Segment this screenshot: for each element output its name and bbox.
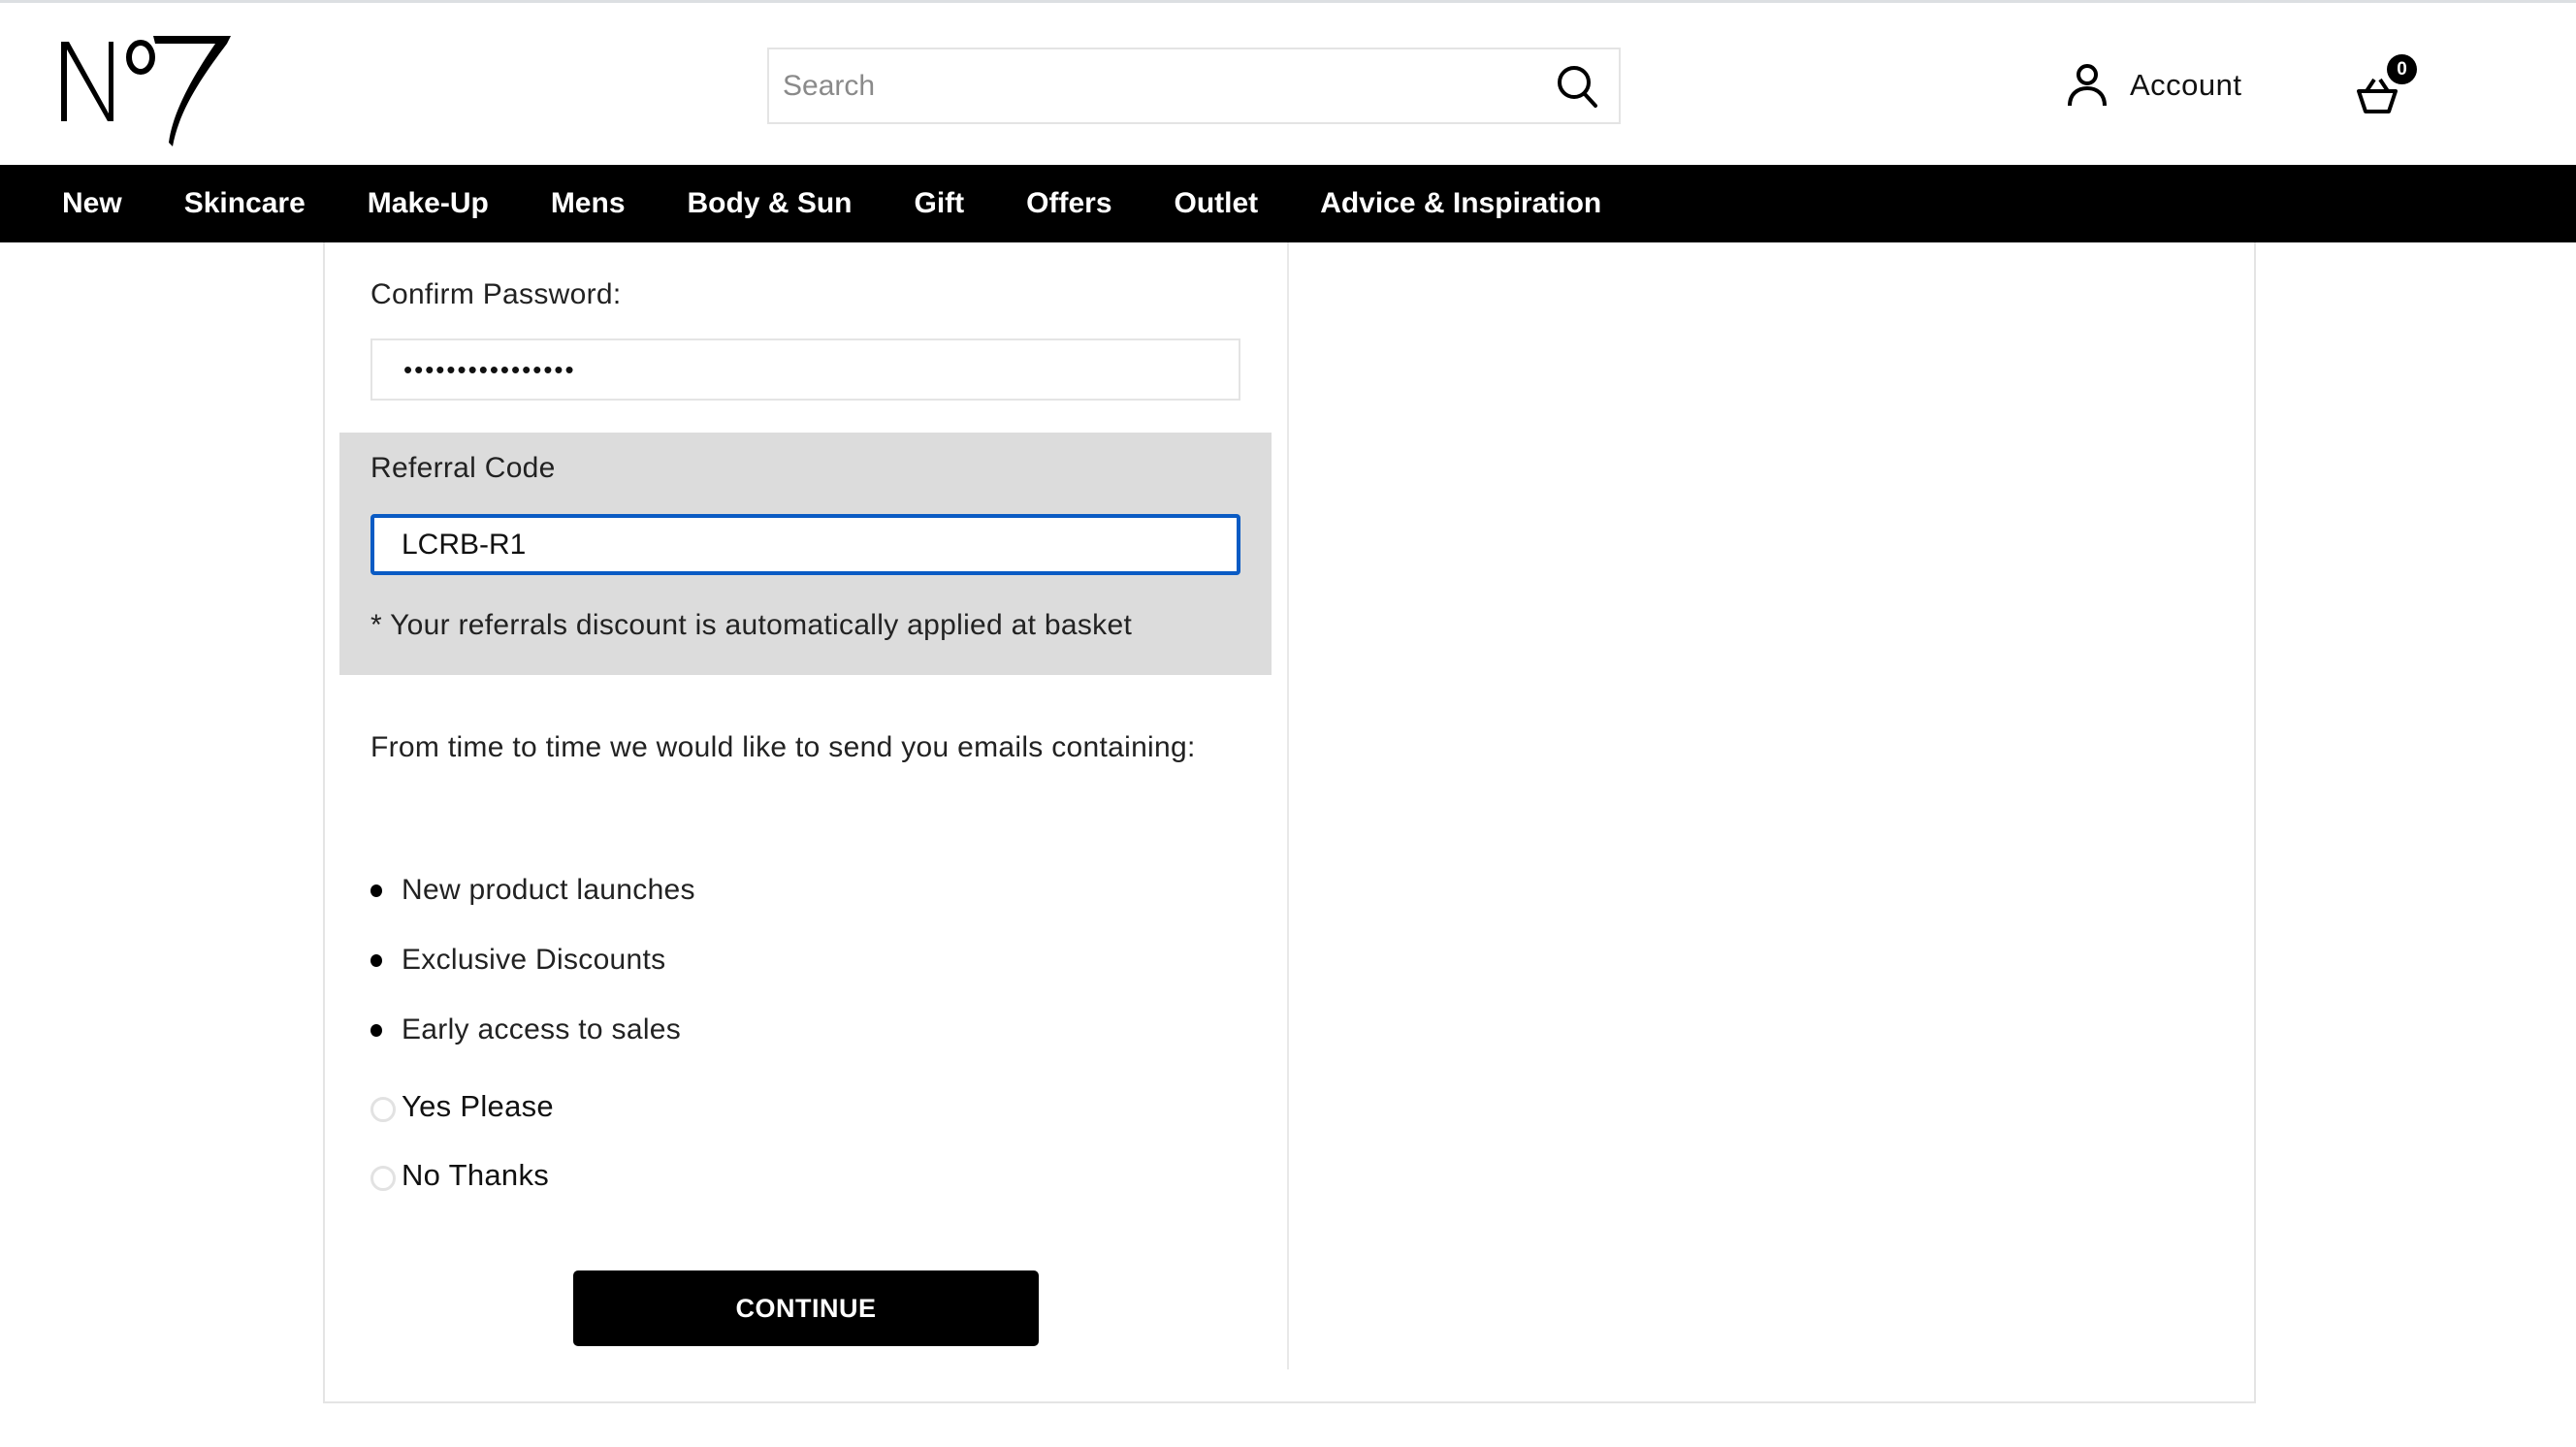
yes-please-radio[interactable]: Yes Please — [370, 1089, 554, 1124]
search-box — [767, 48, 1621, 124]
nav-item-body-sun[interactable]: Body & Sun — [688, 187, 853, 220]
registration-card — [323, 242, 2256, 1403]
account-label: Account — [2130, 68, 2242, 102]
confirm-password-input[interactable] — [370, 338, 1240, 401]
search-icon[interactable] — [1555, 63, 1601, 112]
site-header: Account 0 Basket — [0, 3, 2576, 165]
referral-code-label: Referral Code — [370, 452, 556, 484]
marketing-intro: From time to time we would like to send … — [370, 731, 1196, 763]
referral-helper-text: * Your referrals discount is automatical… — [370, 609, 1133, 641]
radio-circle[interactable] — [370, 1166, 396, 1191]
column-divider — [1287, 242, 1289, 1369]
nav-item-outlet[interactable]: Outlet — [1175, 187, 1259, 220]
radio-circle[interactable] — [370, 1097, 396, 1122]
marketing-list: New product launches Exclusive Discounts… — [370, 868, 695, 1077]
list-item: Exclusive Discounts — [370, 938, 695, 1008]
nav-item-mens[interactable]: Mens — [551, 187, 626, 220]
continue-button[interactable]: CONTINUE — [573, 1270, 1039, 1346]
nav-item-advice-inspiration[interactable]: Advice & Inspiration — [1320, 187, 1601, 220]
no7-logo[interactable] — [58, 26, 233, 146]
nav-item-skincare[interactable]: Skincare — [184, 187, 306, 220]
user-icon — [2068, 64, 2107, 107]
main-nav: New Skincare Make-Up Mens Body & Sun Gif… — [0, 165, 2576, 242]
search-input[interactable] — [769, 49, 1619, 122]
no-thanks-radio[interactable]: No Thanks — [370, 1158, 549, 1193]
referral-code-input[interactable] — [370, 514, 1240, 575]
list-item: New product launches — [370, 868, 695, 938]
confirm-password-label: Confirm Password: — [370, 278, 622, 310]
account-link[interactable]: Account — [2066, 61, 2242, 110]
nav-item-make-up[interactable]: Make-Up — [368, 187, 489, 220]
basket-link[interactable]: 0 Basket — [2357, 47, 2417, 114]
yes-please-label[interactable]: Yes Please — [402, 1089, 554, 1124]
nav-item-new[interactable]: New — [62, 187, 122, 220]
nav-item-gift[interactable]: Gift — [915, 187, 965, 220]
nav-item-offers[interactable]: Offers — [1026, 187, 1111, 220]
basket-count-badge: 0 — [2387, 54, 2417, 84]
list-item: Early access to sales — [370, 1008, 695, 1077]
basket-icon — [2357, 78, 2398, 113]
no-thanks-label[interactable]: No Thanks — [402, 1158, 549, 1193]
